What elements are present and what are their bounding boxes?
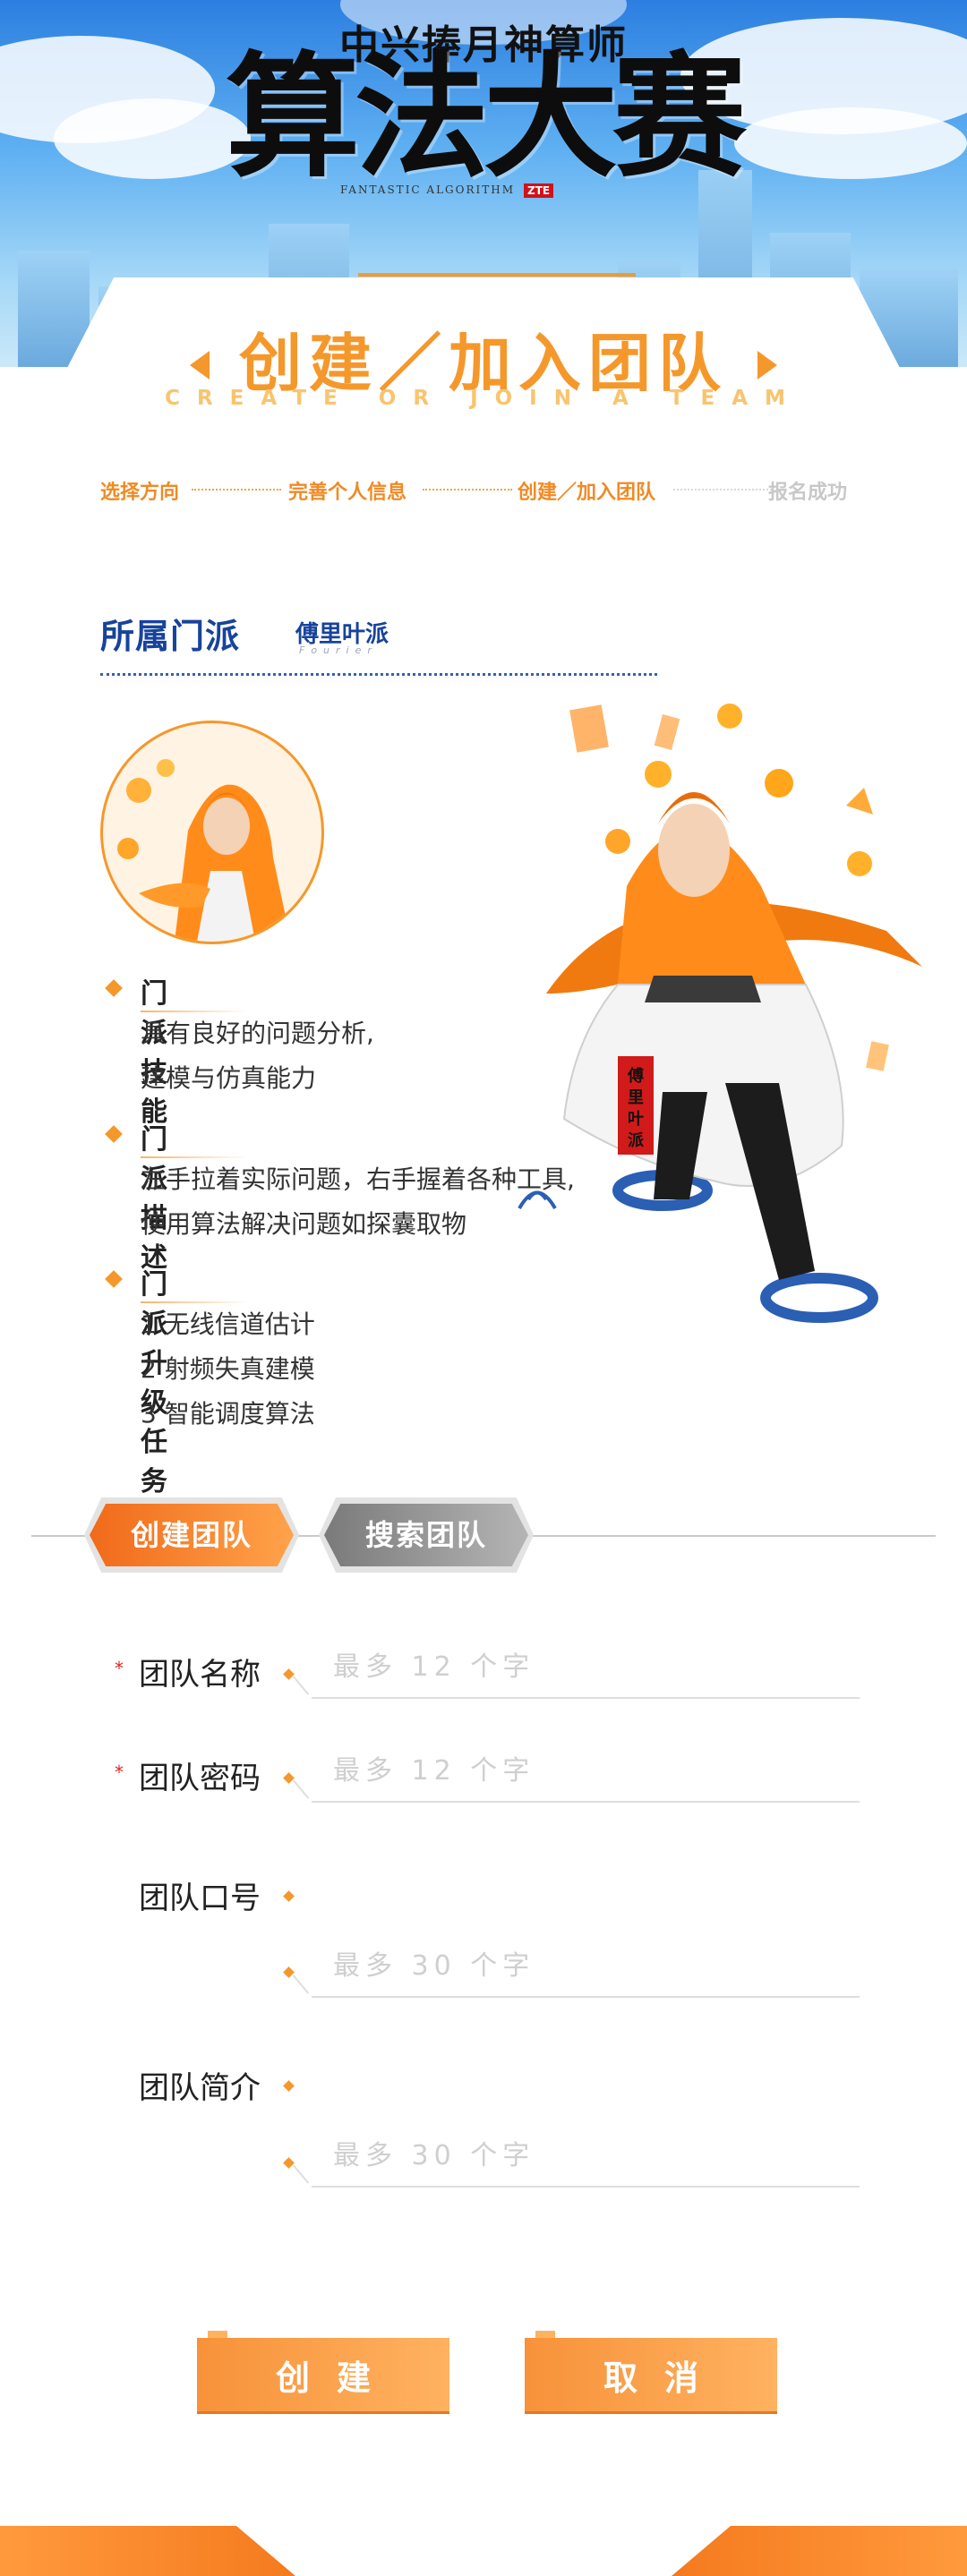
team-slogan-label: 团队口号	[139, 1881, 261, 1916]
team-password-label: 团队密码	[139, 1761, 261, 1796]
step-connector	[423, 489, 512, 490]
task-item: 2 射频失真建模	[141, 1354, 315, 1384]
skill-line: 建模与仿真能力	[141, 1063, 317, 1093]
cancel-button[interactable]: 取消	[525, 2331, 777, 2411]
faction-label: 所属门派	[100, 617, 241, 656]
create-button[interactable]: 创建	[197, 2331, 449, 2411]
svg-text:里: 里	[628, 1088, 644, 1107]
tab-create-team[interactable]: 创建团队	[90, 1504, 294, 1566]
team-intro-input[interactable]	[331, 2134, 863, 2177]
create-button-label: 创建	[275, 2358, 398, 2398]
step-2: 完善个人信息	[288, 482, 407, 504]
faction-avatar	[100, 721, 324, 944]
svg-text:叶: 叶	[628, 1110, 644, 1129]
faction-name-english: Fourier	[299, 644, 378, 656]
svg-text:派: 派	[628, 1131, 645, 1150]
progress-steps: 选择方向 完善个人信息 创建／加入团队 报名成功	[100, 476, 861, 504]
hero-accent-line	[358, 273, 636, 277]
tab-search-team[interactable]: 搜索团队	[324, 1504, 528, 1566]
faction-divider	[100, 673, 657, 676]
team-name-label: 团队名称	[139, 1657, 261, 1693]
task-item: 3 智能调度算法	[141, 1399, 315, 1429]
description-line: 使用算法解决问题如探囊取物	[141, 1209, 467, 1239]
required-mark: *	[115, 1761, 124, 1783]
team-intro-label: 团队简介	[139, 2070, 261, 2106]
step-4: 报名成功	[768, 482, 848, 504]
team-password-input[interactable]	[331, 1749, 863, 1792]
zte-logo: ZTE	[524, 183, 554, 198]
hero-title: 算法大赛	[225, 38, 747, 196]
step-connector	[673, 489, 772, 490]
section-subtitle: CREATE OR JOIN A TEAM	[165, 387, 802, 410]
team-slogan-input[interactable]	[331, 1944, 863, 1987]
team-name-input[interactable]	[331, 1645, 863, 1688]
hero-english: FANTASTIC ALGORITHM	[340, 183, 516, 196]
step-3: 创建／加入团队	[518, 482, 656, 504]
step-1: 选择方向	[100, 482, 180, 504]
required-mark: *	[115, 1658, 124, 1679]
step-connector	[192, 489, 281, 490]
task-item: 1 无线信道估计	[141, 1309, 315, 1339]
skill-line: 具有良好的问题分析,	[141, 1019, 374, 1048]
faction-banner-text: 傅	[627, 1066, 644, 1086]
description-line: 左手拉着实际问题，右手握着各种工具,	[141, 1164, 575, 1194]
faction-character-illustration: 傅 里 叶 派	[518, 704, 922, 1323]
cancel-button-label: 取消	[603, 2358, 725, 2398]
